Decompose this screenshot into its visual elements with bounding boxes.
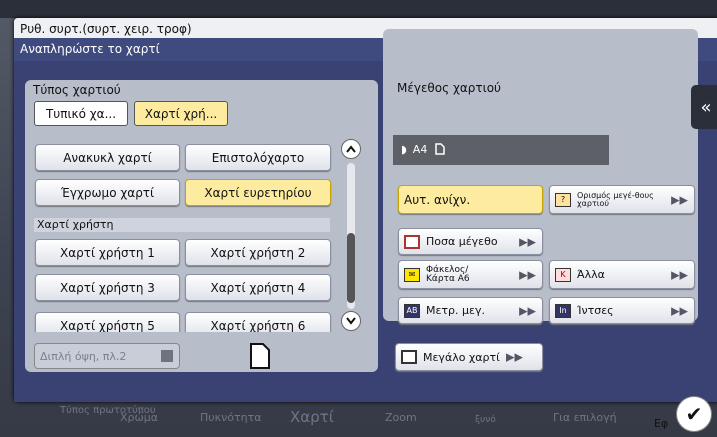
paper-type-list: Ανακυκλ χαρτί Επιστολόχαρτο Έγχρωμο χαρτ… (34, 120, 336, 332)
other-size-label: Άλλα (577, 268, 605, 281)
tab-extra[interactable]: Εφ (654, 417, 668, 430)
envelope-icon: ✉ (404, 267, 420, 282)
user-paper-6-button[interactable]: Χαρτί χρήστη 6 (185, 312, 331, 332)
metric-size-label: Μετρ. μεγ. (426, 304, 485, 317)
document-icon (250, 343, 270, 369)
duplex-page2-toggle[interactable]: Διπλή όψη, πλ.2 (34, 343, 180, 369)
user-paper-2-button[interactable]: Χαρτί χρήστη 2 (185, 239, 331, 266)
photo-size-button[interactable]: Ποσα μέγεθο ▶▶ (398, 228, 543, 255)
tab-zoom[interactable]: Zoom (385, 411, 417, 424)
envelope-arrow-icon: ▶▶ (519, 268, 536, 281)
inch-size-button[interactable]: In Ίντσες ▶▶ (549, 297, 695, 324)
index-paper-button[interactable]: Χαρτί ευρετηρίου (185, 179, 331, 206)
scrollbar-thumb[interactable] (347, 233, 355, 303)
bottom-function-tabs: Τύπος πρωτοτύπου Χρώμα Πυκνότητα Χαρτί Z… (0, 405, 717, 437)
top-bar (0, 0, 717, 18)
duplex-label: Διπλή όψη, πλ.2 (40, 350, 127, 363)
paper-type-title: Τύπος χαρτιού (33, 83, 121, 97)
tab-paper[interactable]: Χαρτί (290, 408, 334, 426)
tray-icon: ◗ (401, 143, 407, 156)
tab-color[interactable]: Χρώμα (120, 411, 158, 424)
recycled-paper-button[interactable]: Ανακυκλ χαρτί (35, 144, 180, 171)
user-paper-5-button[interactable]: Χαρτί χρήστη 5 (35, 312, 180, 332)
current-size-display: ◗ A4 (393, 135, 609, 165)
tab-duplex[interactable]: ξυνό (475, 415, 496, 425)
user-paper-section-label: Χαρτί χρήστη (34, 218, 330, 232)
inch-size-icon: In (555, 303, 571, 318)
user-paper-1-button[interactable]: Χαρτί χρήστη 1 (35, 239, 180, 266)
scrollbar-track[interactable] (347, 163, 355, 309)
scroll-up-icon[interactable] (341, 139, 361, 159)
user-paper-4-button[interactable]: Χαρτί χρήστη 4 (185, 274, 331, 301)
inch-size-label: Ίντσες (577, 304, 614, 317)
duplex-checkbox-icon (161, 350, 173, 362)
other-size-button[interactable]: K Άλλα ▶▶ (549, 260, 695, 289)
tab-application[interactable]: Για επιλογή (553, 411, 617, 424)
letterhead-button[interactable]: Επιστολόχαρτο (185, 144, 331, 171)
tab-density[interactable]: Πυκνότητα (200, 411, 261, 424)
large-paper-icon (401, 350, 417, 364)
custom-size-icon: ? (555, 192, 571, 207)
large-paper-button[interactable]: Μεγάλο χαρτί ▶▶ (395, 343, 543, 371)
custom-size-label: Ορισμός μεγέ-θους χαρτιού (577, 190, 654, 208)
paper-size-title: Μέγεθος χαρτιού (397, 81, 501, 95)
metric-size-icon: AB (404, 303, 420, 318)
colored-paper-button[interactable]: Έγχρωμο χαρτί (35, 179, 180, 206)
photo-size-arrow-icon: ▶▶ (519, 235, 536, 248)
envelope-button[interactable]: ✉ Φάκελος/ Κάρτα A6 ▶▶ (398, 260, 543, 289)
envelope-label: Φάκελος/ Κάρτα A6 (426, 264, 470, 284)
scroll-down-icon[interactable] (341, 311, 361, 331)
inch-size-arrow-icon: ▶▶ (671, 304, 688, 317)
other-size-icon: K (555, 267, 571, 282)
portrait-paper-icon (435, 143, 445, 155)
large-paper-label: Μεγάλο χαρτί (423, 350, 500, 364)
user-paper-3-button[interactable]: Χαρτί χρήστη 3 (35, 274, 180, 301)
custom-size-button[interactable]: ? Ορισμός μεγέ-θους χαρτιού ▶▶ (549, 185, 695, 214)
photo-size-label: Ποσα μέγεθο (426, 235, 498, 248)
large-paper-arrow-icon: ▶▶ (506, 350, 523, 364)
ok-checkmark-icon[interactable]: ✔ (676, 396, 712, 432)
auto-detect-button[interactable]: Αυτ. ανίχν. (398, 185, 543, 214)
custom-size-arrow-icon: ▶▶ (671, 193, 688, 206)
photo-size-icon (404, 234, 420, 249)
current-size-value: A4 (412, 143, 428, 156)
collapse-panel-icon[interactable]: « (691, 85, 717, 129)
metric-size-arrow-icon: ▶▶ (519, 304, 536, 317)
other-size-arrow-icon: ▶▶ (671, 268, 688, 281)
metric-size-button[interactable]: AB Μετρ. μεγ. ▶▶ (398, 297, 543, 324)
auto-detect-label: Αυτ. ανίχν. (404, 192, 471, 207)
